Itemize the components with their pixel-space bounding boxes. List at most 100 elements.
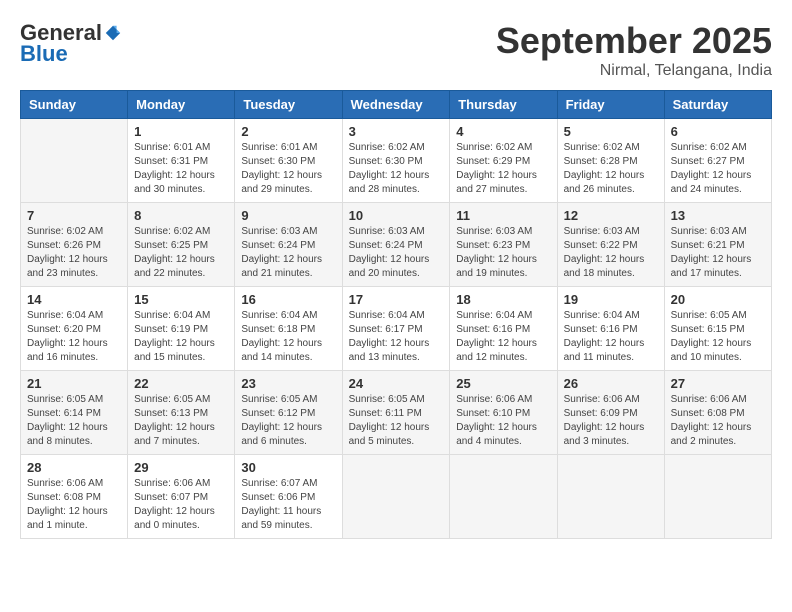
day-number: 10 [349,208,444,223]
calendar-header-row: Sunday Monday Tuesday Wednesday Thursday… [21,91,772,119]
day-number: 29 [134,460,228,475]
day-info: Sunrise: 6:07 AM Sunset: 6:06 PM Dayligh… [241,477,335,533]
week-row-1: 1 Sunrise: 6:01 AM Sunset: 6:31 PM Daylig… [21,119,772,203]
table-cell: 26 Sunrise: 6:06 AM Sunset: 6:09 PM Dayli… [557,371,664,455]
day-number: 13 [671,208,765,223]
table-cell: 16Sunrise: 6:04 AM Sunset: 6:18 PM Dayli… [235,287,342,371]
day-number: 6 [671,124,765,139]
table-cell: 22 Sunrise: 6:05 AM Sunset: 6:13 PM Dayli… [128,371,235,455]
day-info: Sunrise: 6:04 AM Sunset: 6:17 PM Dayligh… [349,309,444,365]
table-cell: 7 Sunrise: 6:02 AM Sunset: 6:26 PM Daylig… [21,203,128,287]
day-number: 20 [671,292,765,307]
title-area: September 2025 Nirmal, Telangana, India [496,20,772,80]
day-info: Sunrise: 6:03 AM Sunset: 6:24 PM Dayligh… [241,225,335,281]
day-info: Sunrise: 6:01 AM Sunset: 6:31 PM Dayligh… [134,141,228,197]
table-cell [342,455,450,539]
day-info: Sunrise: 6:06 AM Sunset: 6:10 PM Dayligh… [456,393,550,449]
day-info: Sunrise: 6:06 AM Sunset: 6:07 PM Dayligh… [134,477,228,533]
day-info: Sunrise: 6:05 AM Sunset: 6:13 PM Dayligh… [134,393,228,449]
table-cell: 25Sunrise: 6:06 AM Sunset: 6:10 PM Dayli… [450,371,557,455]
day-info: Sunrise: 6:04 AM Sunset: 6:16 PM Dayligh… [564,309,658,365]
day-info: Sunrise: 6:02 AM Sunset: 6:28 PM Dayligh… [564,141,658,197]
day-info: Sunrise: 6:02 AM Sunset: 6:27 PM Dayligh… [671,141,765,197]
day-info: Sunrise: 6:01 AM Sunset: 6:30 PM Dayligh… [241,141,335,197]
page-header: General Blue September 2025 Nirmal, Tela… [20,20,772,80]
day-number: 8 [134,208,228,223]
day-info: Sunrise: 6:05 AM Sunset: 6:14 PM Dayligh… [27,393,121,449]
table-cell: 15 Sunrise: 6:04 AM Sunset: 6:19 PM Dayli… [128,287,235,371]
day-info: Sunrise: 6:02 AM Sunset: 6:26 PM Dayligh… [27,225,121,281]
day-info: Sunrise: 6:05 AM Sunset: 6:12 PM Dayligh… [241,393,335,449]
day-number: 27 [671,376,765,391]
day-info: Sunrise: 6:06 AM Sunset: 6:08 PM Dayligh… [27,477,121,533]
day-info: Sunrise: 6:03 AM Sunset: 6:22 PM Dayligh… [564,225,658,281]
day-number: 5 [564,124,658,139]
table-cell [450,455,557,539]
day-info: Sunrise: 6:05 AM Sunset: 6:11 PM Dayligh… [349,393,444,449]
col-thursday: Thursday [450,91,557,119]
day-number: 30 [241,460,335,475]
day-info: Sunrise: 6:02 AM Sunset: 6:29 PM Dayligh… [456,141,550,197]
table-cell: 19 Sunrise: 6:04 AM Sunset: 6:16 PM Dayli… [557,287,664,371]
table-cell: 12 Sunrise: 6:03 AM Sunset: 6:22 PM Dayli… [557,203,664,287]
table-cell: 2 Sunrise: 6:01 AM Sunset: 6:30 PM Daylig… [235,119,342,203]
day-number: 16 [241,292,335,307]
day-info: Sunrise: 6:03 AM Sunset: 6:24 PM Dayligh… [349,225,444,281]
col-tuesday: Tuesday [235,91,342,119]
table-cell [664,455,771,539]
day-number: 1 [134,124,228,139]
logo-icon [104,24,122,42]
day-number: 21 [27,376,121,391]
table-cell: 24Sunrise: 6:05 AM Sunset: 6:11 PM Dayli… [342,371,450,455]
week-row-2: 7 Sunrise: 6:02 AM Sunset: 6:26 PM Daylig… [21,203,772,287]
day-info: Sunrise: 6:04 AM Sunset: 6:20 PM Dayligh… [27,309,121,365]
table-cell: 9 Sunrise: 6:03 AM Sunset: 6:24 PM Daylig… [235,203,342,287]
table-cell: 14 Sunrise: 6:04 AM Sunset: 6:20 PM Dayli… [21,287,128,371]
day-number: 3 [349,124,444,139]
day-number: 4 [456,124,550,139]
day-info: Sunrise: 6:05 AM Sunset: 6:15 PM Dayligh… [671,309,765,365]
day-number: 22 [134,376,228,391]
day-number: 15 [134,292,228,307]
table-cell: 20 Sunrise: 6:05 AM Sunset: 6:15 PM Dayli… [664,287,771,371]
table-cell: 28Sunrise: 6:06 AM Sunset: 6:08 PM Dayli… [21,455,128,539]
table-cell: 1 Sunrise: 6:01 AM Sunset: 6:31 PM Daylig… [128,119,235,203]
col-wednesday: Wednesday [342,91,450,119]
week-row-4: 21 Sunrise: 6:05 AM Sunset: 6:14 PM Dayli… [21,371,772,455]
day-info: Sunrise: 6:04 AM Sunset: 6:19 PM Dayligh… [134,309,228,365]
day-number: 23 [241,376,335,391]
table-cell: 5 Sunrise: 6:02 AM Sunset: 6:28 PM Daylig… [557,119,664,203]
day-info: Sunrise: 6:03 AM Sunset: 6:21 PM Dayligh… [671,225,765,281]
day-info: Sunrise: 6:06 AM Sunset: 6:08 PM Dayligh… [671,393,765,449]
day-number: 7 [27,208,121,223]
table-cell: 10 Sunrise: 6:03 AM Sunset: 6:24 PM Dayli… [342,203,450,287]
table-cell: 21 Sunrise: 6:05 AM Sunset: 6:14 PM Dayli… [21,371,128,455]
day-info: Sunrise: 6:02 AM Sunset: 6:30 PM Dayligh… [349,141,444,197]
table-cell: 18 Sunrise: 6:04 AM Sunset: 6:16 PM Dayli… [450,287,557,371]
col-sunday: Sunday [21,91,128,119]
day-info: Sunrise: 6:06 AM Sunset: 6:09 PM Dayligh… [564,393,658,449]
col-friday: Friday [557,91,664,119]
day-number: 19 [564,292,658,307]
day-info: Sunrise: 6:03 AM Sunset: 6:23 PM Dayligh… [456,225,550,281]
day-number: 2 [241,124,335,139]
table-cell: 4 Sunrise: 6:02 AM Sunset: 6:29 PM Daylig… [450,119,557,203]
table-cell [557,455,664,539]
table-cell: 11Sunrise: 6:03 AM Sunset: 6:23 PM Dayli… [450,203,557,287]
day-number: 17 [349,292,444,307]
table-cell: 29 Sunrise: 6:06 AM Sunset: 6:07 PM Dayli… [128,455,235,539]
day-number: 14 [27,292,121,307]
table-cell [21,119,128,203]
logo-blue-text: Blue [20,41,68,67]
col-monday: Monday [128,91,235,119]
day-number: 26 [564,376,658,391]
week-row-5: 28Sunrise: 6:06 AM Sunset: 6:08 PM Dayli… [21,455,772,539]
table-cell: 13 Sunrise: 6:03 AM Sunset: 6:21 PM Dayli… [664,203,771,287]
logo: General Blue [20,20,122,67]
day-number: 9 [241,208,335,223]
day-number: 12 [564,208,658,223]
day-number: 18 [456,292,550,307]
day-info: Sunrise: 6:04 AM Sunset: 6:16 PM Dayligh… [456,309,550,365]
col-saturday: Saturday [664,91,771,119]
table-cell: 30 Sunrise: 6:07 AM Sunset: 6:06 PM Dayli… [235,455,342,539]
